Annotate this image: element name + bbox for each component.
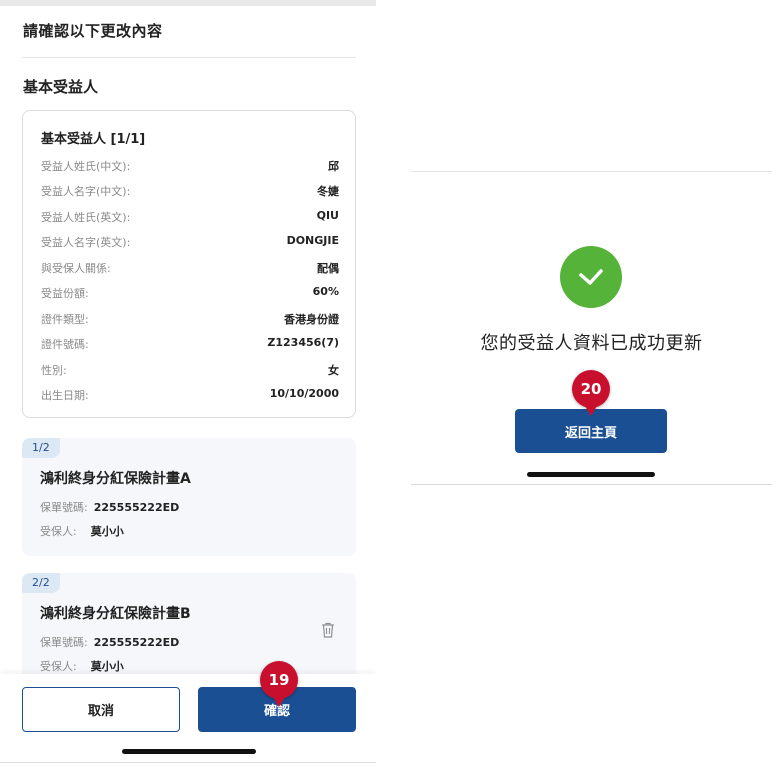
beneficiary-row: 與受保人關係: 配偶	[41, 260, 339, 276]
beneficiary-row: 受益份額: 60%	[41, 285, 339, 301]
confirm-changes-screen: 請確認以下更改內容 基本受益人 基本受益人 [1/1] 受益人姓氏(中文): 邱…	[0, 0, 376, 768]
policy-index-tag: 1/2	[22, 438, 60, 458]
action-bar: 取消 確認	[0, 674, 376, 768]
row-label: 證件號碼:	[41, 338, 89, 351]
row-value: 10/10/2000	[269, 387, 339, 400]
row-value: 邱	[328, 160, 339, 173]
policy-index-tag: 2/2	[22, 573, 60, 593]
policy-number-line: 保單號碼: 225555222ED	[40, 634, 179, 650]
policy-card: 1/2 鴻利終身分紅保險計畫A 保單號碼: 225555222ED 受保人: 莫小小	[22, 438, 356, 556]
row-label: 出生日期:	[41, 389, 89, 402]
section-title: 基本受益人	[23, 78, 99, 96]
row-label: 與受保人關係:	[41, 262, 111, 275]
bottom-divider	[411, 484, 772, 485]
home-indicator	[527, 472, 655, 477]
row-label: 受益人姓氏(中文):	[41, 160, 131, 173]
policy-name: 鴻利終身分紅保險計畫A	[40, 471, 191, 487]
insured-label: 受保人:	[40, 660, 77, 673]
insured-label: 受保人:	[40, 525, 77, 538]
beneficiary-row: 受益人名字(中文): 冬婕	[41, 183, 339, 199]
row-label: 性別:	[41, 364, 67, 377]
policy-number-label: 保單號碼:	[40, 636, 88, 649]
step-badge: 20	[572, 370, 610, 416]
title-divider	[22, 57, 356, 58]
row-value: 60%	[312, 285, 339, 298]
row-value: DONGJIE	[286, 234, 339, 247]
bottom-divider	[0, 762, 376, 763]
beneficiary-row: 證件號碼: Z123456(7)	[41, 336, 339, 352]
policy-number: 225555222ED	[93, 501, 180, 514]
page-title: 請確認以下更改內容	[23, 22, 163, 40]
policy-number-line: 保單號碼: 225555222ED	[40, 499, 179, 515]
beneficiary-row: 性別: 女	[41, 362, 339, 378]
row-label: 受益人名字(中文):	[41, 185, 131, 198]
row-value: 配偶	[317, 262, 339, 275]
policy-number-label: 保單號碼:	[40, 501, 88, 514]
top-divider	[0, 0, 376, 6]
home-indicator	[122, 749, 256, 754]
row-label: 受益份額:	[41, 287, 89, 300]
row-value: Z123456(7)	[267, 336, 339, 349]
checkmark-icon	[579, 269, 603, 285]
policy-number: 225555222ED	[93, 636, 180, 649]
check-circle-icon	[560, 246, 622, 308]
beneficiary-row: 受益人姓氏(英文): QIU	[41, 209, 339, 225]
row-label: 證件類型:	[41, 313, 89, 326]
row-value: 冬婕	[317, 185, 339, 198]
insured-line: 受保人: 莫小小	[40, 658, 124, 674]
insured-line: 受保人: 莫小小	[40, 523, 124, 539]
success-message: 您的受益人資料已成功更新	[480, 333, 703, 354]
row-value: QIU	[316, 209, 339, 222]
beneficiary-card: 基本受益人 [1/1] 受益人姓氏(中文): 邱 受益人名字(中文): 冬婕 受…	[22, 110, 356, 418]
row-label: 受益人姓氏(英文):	[41, 211, 131, 224]
row-label: 受益人名字(英文):	[41, 236, 131, 249]
beneficiary-row: 出生日期: 10/10/2000	[41, 387, 339, 403]
cancel-button[interactable]: 取消	[22, 687, 180, 732]
row-value: 香港身份證	[284, 313, 339, 326]
policy-card: 2/2 鴻利終身分紅保險計畫B 保單號碼: 225555222ED 受保人: 莫小小	[22, 573, 356, 683]
beneficiary-row: 受益人姓氏(中文): 邱	[41, 158, 339, 174]
success-screen: 您的受益人資料已成功更新 返回主頁 20	[411, 171, 772, 486]
step-badge: 19	[260, 661, 298, 707]
row-value: 女	[328, 364, 339, 377]
policy-name: 鴻利終身分紅保險計畫B	[40, 606, 191, 622]
top-divider	[411, 171, 772, 172]
trash-icon[interactable]	[320, 621, 336, 639]
beneficiary-row: 受益人名字(英文): DONGJIE	[41, 234, 339, 250]
insured-name: 莫小小	[90, 660, 124, 673]
insured-name: 莫小小	[90, 525, 124, 538]
beneficiary-card-title: 基本受益人 [1/1]	[41, 132, 146, 147]
beneficiary-row: 證件類型: 香港身份證	[41, 311, 339, 327]
